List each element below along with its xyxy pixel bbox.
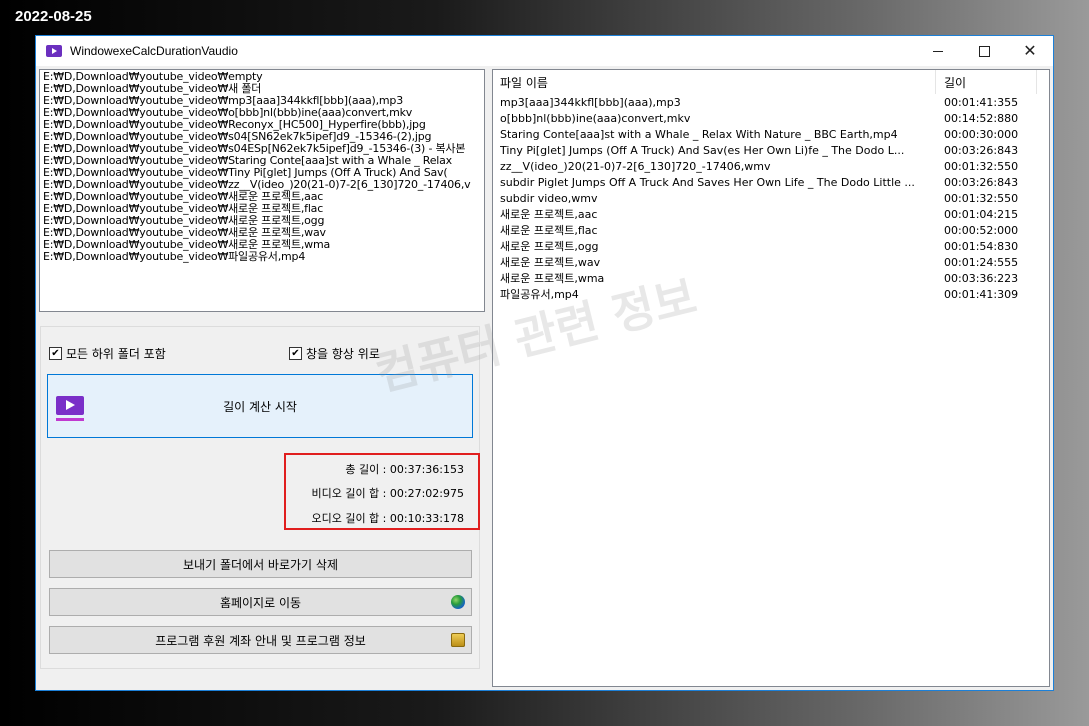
- video-duration: 비디오 길이 합 : 00:27:02:975: [311, 487, 464, 500]
- path-list-item[interactable]: E:₩D,Download₩youtube_video₩새 폴더: [43, 83, 481, 95]
- coins-icon: [451, 633, 465, 647]
- file-name-cell: mp3[aaa]344kkfl[bbb](aaa),mp3: [500, 96, 681, 109]
- column-header-length-label: 길이: [944, 75, 967, 90]
- path-list-item[interactable]: E:₩D,Download₩youtube_video₩새로운 프로젝트,ogg: [43, 215, 481, 227]
- length-cell: 00:01:32:550: [944, 192, 1019, 205]
- file-name-cell: 새로운 프로젝트,flac: [500, 224, 598, 237]
- maximize-button[interactable]: [961, 36, 1007, 66]
- title-bar[interactable]: WindowexeCalcDurationVaudio ✕: [36, 36, 1053, 66]
- date-stamp: 2022-08-25: [15, 8, 92, 25]
- file-name-cell: subdir video,wmv: [500, 192, 598, 205]
- checkbox-always-on-top-box[interactable]: ✔: [289, 347, 302, 360]
- file-name-cell: 새로운 프로젝트,wma: [500, 272, 605, 285]
- total-duration: 총 길이 : 00:37:36:153: [345, 463, 464, 476]
- column-header-length[interactable]: 길이: [937, 70, 1037, 94]
- start-calculation-label: 길이 계산 시작: [223, 400, 297, 414]
- window-controls: ✕: [915, 36, 1053, 66]
- checkbox-include-subfolders-box[interactable]: ✔: [49, 347, 62, 360]
- length-cell: 00:01:41:355: [944, 96, 1019, 109]
- length-cell: 00:14:52:880: [944, 112, 1019, 125]
- column-header-file-name[interactable]: 파일 이름: [493, 70, 936, 94]
- file-name-cell: subdir Piglet Jumps Off A Truck And Save…: [500, 176, 915, 189]
- path-list-item[interactable]: E:₩D,Download₩youtube_video₩s04ESp[N62ek…: [43, 143, 481, 155]
- homepage-button[interactable]: 홈페이지로 이동: [49, 588, 472, 616]
- table-row[interactable]: zz__V(ideo_)20(21-0)7-2[6_130]720_-17406…: [493, 159, 1049, 175]
- controls-panel: ✔ 모든 하위 폴더 포함 ✔ 창을 항상 위로 길이 계산 시작 총 길이 :…: [40, 326, 480, 669]
- start-calculation-button[interactable]: 길이 계산 시작: [47, 374, 473, 438]
- path-list-item[interactable]: E:₩D,Download₩youtube_video₩새로운 프로젝트,fla…: [43, 203, 481, 215]
- window-title: WindowexeCalcDurationVaudio: [70, 44, 238, 58]
- path-list-item[interactable]: E:₩D,Download₩youtube_video₩mp3[aaa]344k…: [43, 95, 481, 107]
- include-subfolders-label: 모든 하위 폴더 포함: [66, 347, 166, 361]
- table-row[interactable]: 새로운 프로젝트,ogg 00:01:54:830: [493, 239, 1049, 255]
- table-row[interactable]: 파일공유서,mp4 00:01:41:309: [493, 287, 1049, 303]
- close-icon: ✕: [1023, 41, 1037, 60]
- path-list-item[interactable]: E:₩D,Download₩youtube_video₩Tiny Pi[glet…: [43, 167, 481, 179]
- path-list-item[interactable]: E:₩D,Download₩youtube_video₩Staring Cont…: [43, 155, 481, 167]
- path-list-item[interactable]: E:₩D,Download₩youtube_video₩zz__V(ideo_)…: [43, 179, 481, 191]
- table-row[interactable]: 새로운 프로젝트,wma 00:03:36:223: [493, 271, 1049, 287]
- length-cell: 00:01:54:830: [944, 240, 1019, 253]
- table-row[interactable]: Tiny Pi[glet] Jumps (Off A Truck) And Sa…: [493, 143, 1049, 159]
- close-button[interactable]: ✕: [1007, 36, 1053, 66]
- file-name-cell: 파일공유서,mp4: [500, 288, 579, 301]
- file-name-cell: Tiny Pi[glet] Jumps (Off A Truck) And Sa…: [500, 144, 905, 157]
- length-cell: 00:01:41:309: [944, 288, 1019, 301]
- table-row[interactable]: o[bbb]nl(bbb)ine(aaa)convert,mkv 00:14:52…: [493, 111, 1049, 127]
- length-cell: 00:01:24:555: [944, 256, 1019, 269]
- path-list-item[interactable]: E:₩D,Download₩youtube_video₩새로운 프로젝트,aac: [43, 191, 481, 203]
- table-body: mp3[aaa]344kkfl[bbb](aaa),mp3 00:01:41:35…: [493, 95, 1049, 303]
- length-cell: 00:01:32:550: [944, 160, 1019, 173]
- length-cell: 00:01:04:215: [944, 208, 1019, 221]
- globe-icon: [451, 595, 465, 609]
- path-list-item[interactable]: E:₩D,Download₩youtube_video₩empty: [43, 71, 481, 83]
- app-window: WindowexeCalcDurationVaudio ✕ E:₩D,Downl…: [35, 35, 1054, 691]
- always-on-top-checkbox[interactable]: ✔ 창을 항상 위로: [289, 345, 380, 362]
- include-subfolders-checkbox[interactable]: ✔ 모든 하위 폴더 포함: [49, 345, 166, 362]
- always-on-top-label: 창을 항상 위로: [306, 347, 380, 361]
- maximize-icon: [978, 45, 990, 57]
- app-icon: [46, 45, 62, 57]
- delete-shortcut-button[interactable]: 보내기 폴더에서 바로가기 삭제: [49, 550, 472, 578]
- homepage-label: 홈페이지로 이동: [219, 595, 302, 610]
- file-name-cell: 새로운 프로젝트,ogg: [500, 240, 599, 253]
- path-list-item[interactable]: E:₩D,Download₩youtube_video₩새로운 프로젝트,wma: [43, 239, 481, 251]
- table-row[interactable]: 새로운 프로젝트,aac 00:01:04:215: [493, 207, 1049, 223]
- file-duration-table[interactable]: 파일 이름 길이 mp3[aaa]344kkfl[bbb](aaa),mp3 00…: [492, 69, 1050, 687]
- delete-shortcut-label: 보내기 폴더에서 바로가기 삭제: [183, 557, 338, 572]
- file-name-cell: 새로운 프로젝트,aac: [500, 208, 598, 221]
- path-list-item[interactable]: E:₩D,Download₩youtube_video₩파일공유서,mp4: [43, 251, 481, 263]
- table-row[interactable]: mp3[aaa]344kkfl[bbb](aaa),mp3 00:01:41:35…: [493, 95, 1049, 111]
- minimize-icon: [933, 50, 943, 52]
- file-name-cell: o[bbb]nl(bbb)ine(aaa)convert,mkv: [500, 112, 691, 125]
- file-name-cell: Staring Conte[aaa]st with a Whale _ Rela…: [500, 128, 898, 141]
- file-name-cell: 새로운 프로젝트,wav: [500, 256, 601, 269]
- table-row[interactable]: subdir video,wmv 00:01:32:550: [493, 191, 1049, 207]
- path-list-item[interactable]: E:₩D,Download₩youtube_video₩o[bbb]nl(bbb…: [43, 107, 481, 119]
- file-name-cell: zz__V(ideo_)20(21-0)7-2[6_130]720_-17406…: [500, 160, 771, 173]
- table-row[interactable]: 새로운 프로젝트,flac 00:00:52:000: [493, 223, 1049, 239]
- table-row[interactable]: subdir Piglet Jumps Off A Truck And Save…: [493, 175, 1049, 191]
- length-cell: 00:03:26:843: [944, 144, 1019, 157]
- audio-duration: 오디오 길이 합 : 00:10:33:178: [311, 512, 464, 525]
- path-list-item[interactable]: E:₩D,Download₩youtube_video₩Reconyx_[HC5…: [43, 119, 481, 131]
- length-cell: 00:00:30:000: [944, 128, 1019, 141]
- table-row[interactable]: Staring Conte[aaa]st with a Whale _ Rela…: [493, 127, 1049, 143]
- length-cell: 00:00:52:000: [944, 224, 1019, 237]
- duration-summary: 총 길이 : 00:37:36:153 비디오 길이 합 : 00:27:02:…: [284, 453, 480, 530]
- column-header-file-name-label: 파일 이름: [500, 75, 548, 90]
- table-row[interactable]: 새로운 프로젝트,wav 00:01:24:555: [493, 255, 1049, 271]
- length-cell: 00:03:36:223: [944, 272, 1019, 285]
- support-info-label: 프로그램 후원 계좌 안내 및 프로그램 정보: [155, 633, 366, 648]
- path-list-item[interactable]: E:₩D,Download₩youtube_video₩새로운 프로젝트,wav: [43, 227, 481, 239]
- support-info-button[interactable]: 프로그램 후원 계좌 안내 및 프로그램 정보: [49, 626, 472, 654]
- folder-path-list[interactable]: E:₩D,Download₩youtube_video₩empty E:₩D,Do…: [39, 69, 485, 312]
- path-list-item[interactable]: E:₩D,Download₩youtube_video₩s04[SN62ek7k…: [43, 131, 481, 143]
- minimize-button[interactable]: [915, 36, 961, 66]
- length-cell: 00:03:26:843: [944, 176, 1019, 189]
